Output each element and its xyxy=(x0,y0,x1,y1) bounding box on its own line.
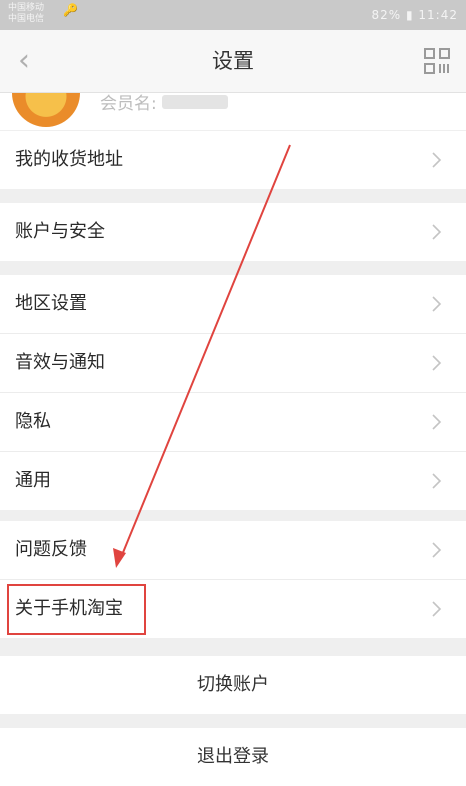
carrier-1: 中国移动 xyxy=(8,3,45,13)
section-preferences: 地区设置 音效与通知 隐私 通用 xyxy=(0,275,466,510)
highlight-box xyxy=(7,584,146,635)
menu-item-label: 问题反馈 xyxy=(15,539,87,560)
menu-item-label: 通用 xyxy=(15,470,51,491)
navigation-bar: ‹ 设置 xyxy=(0,30,466,93)
menu-item-label: 隐私 xyxy=(15,411,51,432)
status-bar: 中国移动 中国电信 🔑 82% ▮ 11:42 xyxy=(0,0,466,30)
profile-row[interactable]: 会员名: xyxy=(0,93,466,130)
menu-item-region-settings[interactable]: 地区设置 xyxy=(0,275,466,334)
battery-icon: ▮ xyxy=(405,8,414,22)
logout-button[interactable]: 退出登录 xyxy=(0,728,466,786)
status-indicators: 82% ▮ 11:42 xyxy=(371,8,458,22)
chevron-right-icon xyxy=(432,355,442,371)
menu-item-label: 账户与安全 xyxy=(15,221,105,242)
member-name-label: 会员名: xyxy=(100,94,157,114)
menu-item-general[interactable]: 通用 xyxy=(0,452,466,510)
battery-level: 82% xyxy=(371,8,402,22)
carrier-2: 中国电信 xyxy=(8,14,45,24)
section-account: 账户与安全 xyxy=(0,203,466,261)
clock: 11:42 xyxy=(418,8,458,22)
menu-item-privacy[interactable]: 隐私 xyxy=(0,393,466,452)
avatar xyxy=(12,93,80,127)
chevron-right-icon xyxy=(432,152,442,168)
chevron-right-icon xyxy=(432,601,442,617)
key-icon: 🔑 xyxy=(63,3,78,17)
menu-item-label: 地区设置 xyxy=(15,293,87,314)
menu-item-label: 音效与通知 xyxy=(15,352,105,373)
section-address: 我的收货地址 xyxy=(0,131,466,189)
menu-item-sound-notifications[interactable]: 音效与通知 xyxy=(0,334,466,393)
chevron-right-icon xyxy=(432,414,442,430)
carrier-info: 中国移动 中国电信 🔑 xyxy=(8,3,78,25)
menu-item-label: 我的收货地址 xyxy=(15,149,123,170)
chevron-right-icon xyxy=(432,542,442,558)
menu-item-shipping-address[interactable]: 我的收货地址 xyxy=(0,131,466,189)
menu-item-account-security[interactable]: 账户与安全 xyxy=(0,203,466,261)
redacted-username xyxy=(162,95,228,109)
chevron-right-icon xyxy=(432,296,442,312)
chevron-right-icon xyxy=(432,224,442,240)
chevron-right-icon xyxy=(432,473,442,489)
switch-account-button[interactable]: 切换账户 xyxy=(0,656,466,714)
page-title: 设置 xyxy=(212,49,254,73)
qr-code-icon[interactable] xyxy=(424,48,450,74)
menu-item-feedback[interactable]: 问题反馈 xyxy=(0,521,466,580)
